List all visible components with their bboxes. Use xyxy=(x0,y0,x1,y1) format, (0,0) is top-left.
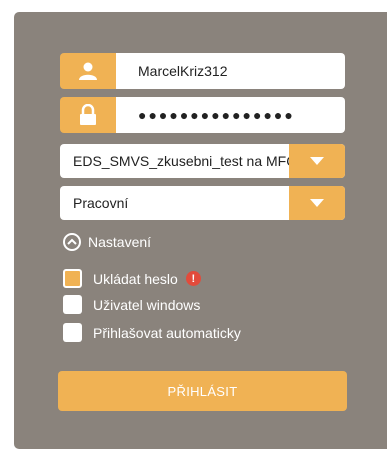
chevron-up-circle-icon xyxy=(63,233,81,251)
password-field[interactable]: ●●●●●●●●●●●●●●● xyxy=(60,97,345,133)
auto-login-checkbox[interactable]: Přihlašovat automaticky xyxy=(63,323,241,342)
login-button[interactable]: PŘIHLÁSIT xyxy=(58,371,347,411)
chevron-down-icon[interactable] xyxy=(289,144,345,178)
checkbox-checked[interactable] xyxy=(63,269,82,288)
username-input[interactable]: MarcelKriz312 xyxy=(116,53,345,89)
lock-icon xyxy=(60,97,116,133)
profile-select[interactable]: Pracovní xyxy=(60,186,345,220)
settings-toggle[interactable]: Nastavení xyxy=(63,233,151,251)
server-select-value: EDS_SMVS_zkusebni_test na MFC xyxy=(73,153,289,169)
checkbox-unchecked[interactable] xyxy=(63,295,82,314)
password-input[interactable]: ●●●●●●●●●●●●●●● xyxy=(116,97,345,133)
username-field[interactable]: MarcelKriz312 xyxy=(60,53,345,89)
remember-password-label: Ukládat heslo xyxy=(93,270,178,287)
warning-icon: ! xyxy=(185,271,201,286)
server-select[interactable]: EDS_SMVS_zkusebni_test na MFC xyxy=(60,144,345,178)
auto-login-label: Přihlašovat automaticky xyxy=(93,324,241,341)
remember-password-checkbox[interactable]: Ukládat heslo ! xyxy=(63,269,201,288)
user-icon xyxy=(60,53,116,89)
windows-user-checkbox[interactable]: Uživatel windows xyxy=(63,295,200,314)
settings-label: Nastavení xyxy=(88,234,152,250)
chevron-down-icon[interactable] xyxy=(289,186,345,220)
checkbox-unchecked[interactable] xyxy=(63,323,82,342)
windows-user-label: Uživatel windows xyxy=(93,296,201,313)
profile-select-value: Pracovní xyxy=(73,195,129,211)
